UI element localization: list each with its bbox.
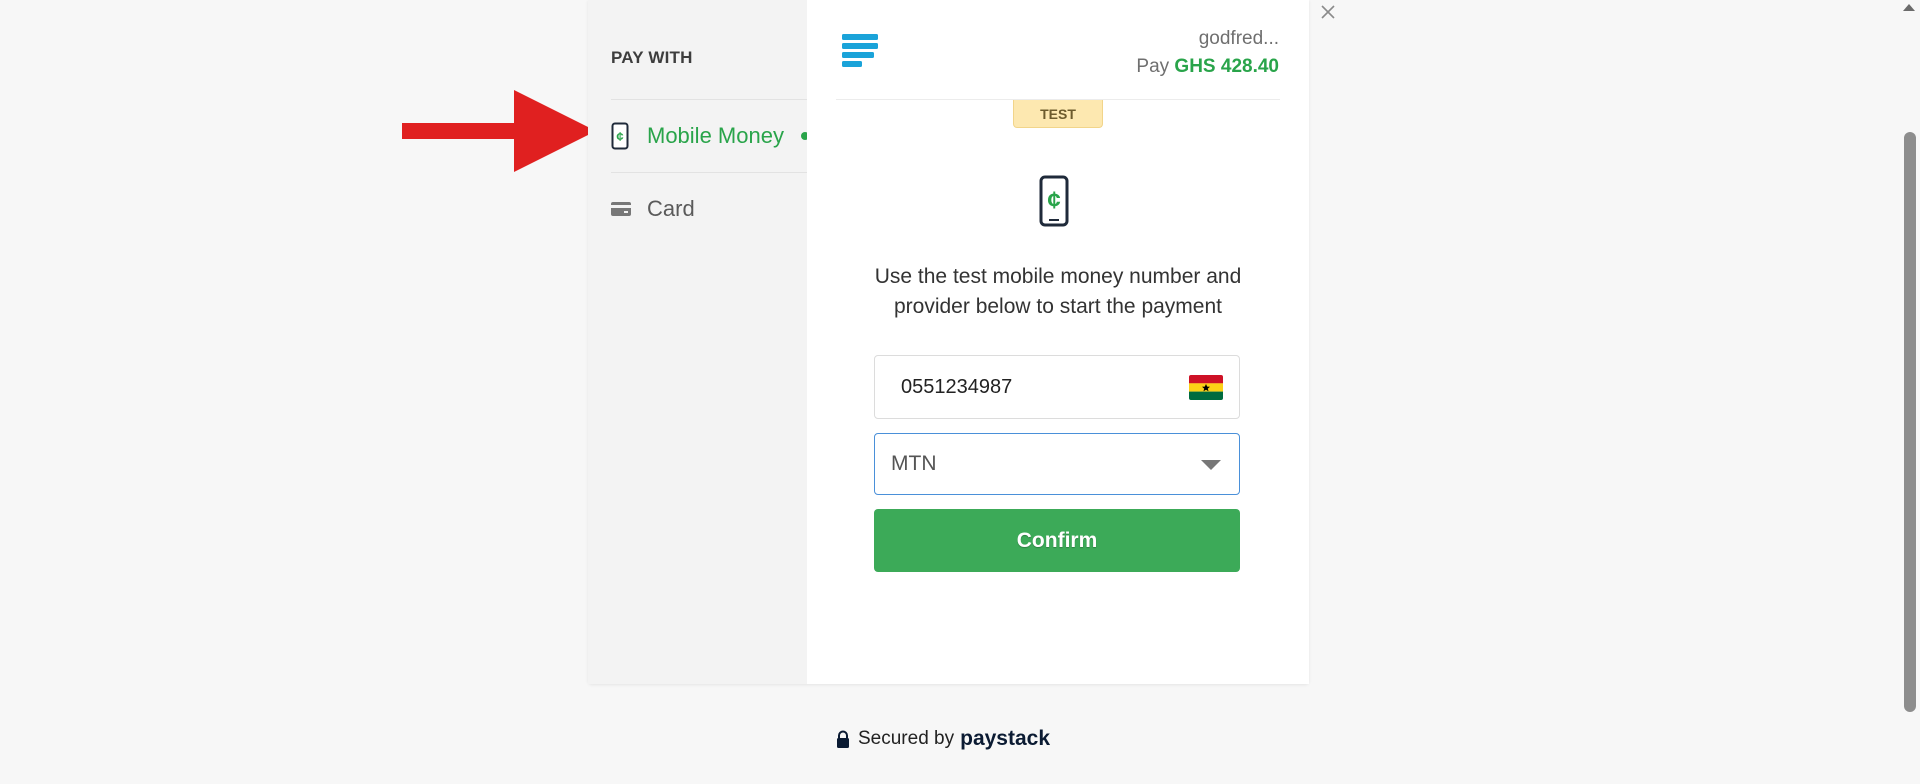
red-arrow-annotation: [402, 90, 596, 172]
instructions-text: Use the test mobile money number and pro…: [874, 265, 1242, 318]
sidebar-item-mobile-money[interactable]: ¢ Mobile Money: [611, 100, 809, 172]
pay-with-heading: PAY WITH: [611, 48, 693, 67]
paystack-logo-icon: [842, 34, 878, 75]
lock-icon: [836, 730, 850, 748]
sidebar-item-label: Card: [647, 196, 695, 221]
phone-number-input[interactable]: [899, 374, 1163, 400]
pay-amount-line: Pay GHS 428.40: [1136, 56, 1279, 78]
secured-by-footer: Secured by paystack: [836, 726, 1050, 752]
payment-header: godfred... Pay GHS 428.40: [807, 0, 1309, 100]
provider-selected-value: MTN: [891, 452, 937, 475]
pay-label: Pay: [1136, 56, 1170, 77]
svg-text:¢: ¢: [1047, 187, 1060, 214]
page-scrollbar[interactable]: [1900, 0, 1920, 784]
secured-by-label: Secured by: [858, 728, 955, 749]
mobile-money-icon: ¢: [611, 122, 639, 150]
phone-number-field[interactable]: [874, 355, 1240, 419]
test-mode-badge: TEST: [1013, 100, 1103, 128]
payment-modal: PAY WITH ¢ Mobile Money Card godfred... …: [588, 0, 1309, 684]
confirm-button[interactable]: Confirm: [874, 509, 1240, 572]
scroll-up-arrow-icon[interactable]: [1903, 4, 1915, 11]
mobile-money-phone-icon: ¢: [1039, 175, 1069, 232]
close-icon[interactable]: [1318, 2, 1338, 22]
provider-select[interactable]: MTN: [874, 433, 1240, 495]
pay-amount: GHS 428.40: [1174, 56, 1279, 77]
chevron-down-icon: [1201, 460, 1221, 470]
scrollbar-thumb[interactable]: [1904, 132, 1916, 712]
sidebar-item-card[interactable]: Card: [611, 173, 807, 245]
payment-content-panel: godfred... Pay GHS 428.40 TEST ¢ Use the…: [807, 0, 1309, 684]
merchant-name: godfred...: [1198, 28, 1279, 49]
card-icon: [611, 195, 639, 223]
svg-text:¢: ¢: [616, 129, 623, 144]
payment-method-sidebar: PAY WITH ¢ Mobile Money Card: [588, 0, 809, 684]
paystack-brand: paystack: [960, 727, 1051, 750]
sidebar-item-label: Mobile Money: [647, 123, 784, 148]
ghana-flag-icon: [1189, 375, 1223, 400]
